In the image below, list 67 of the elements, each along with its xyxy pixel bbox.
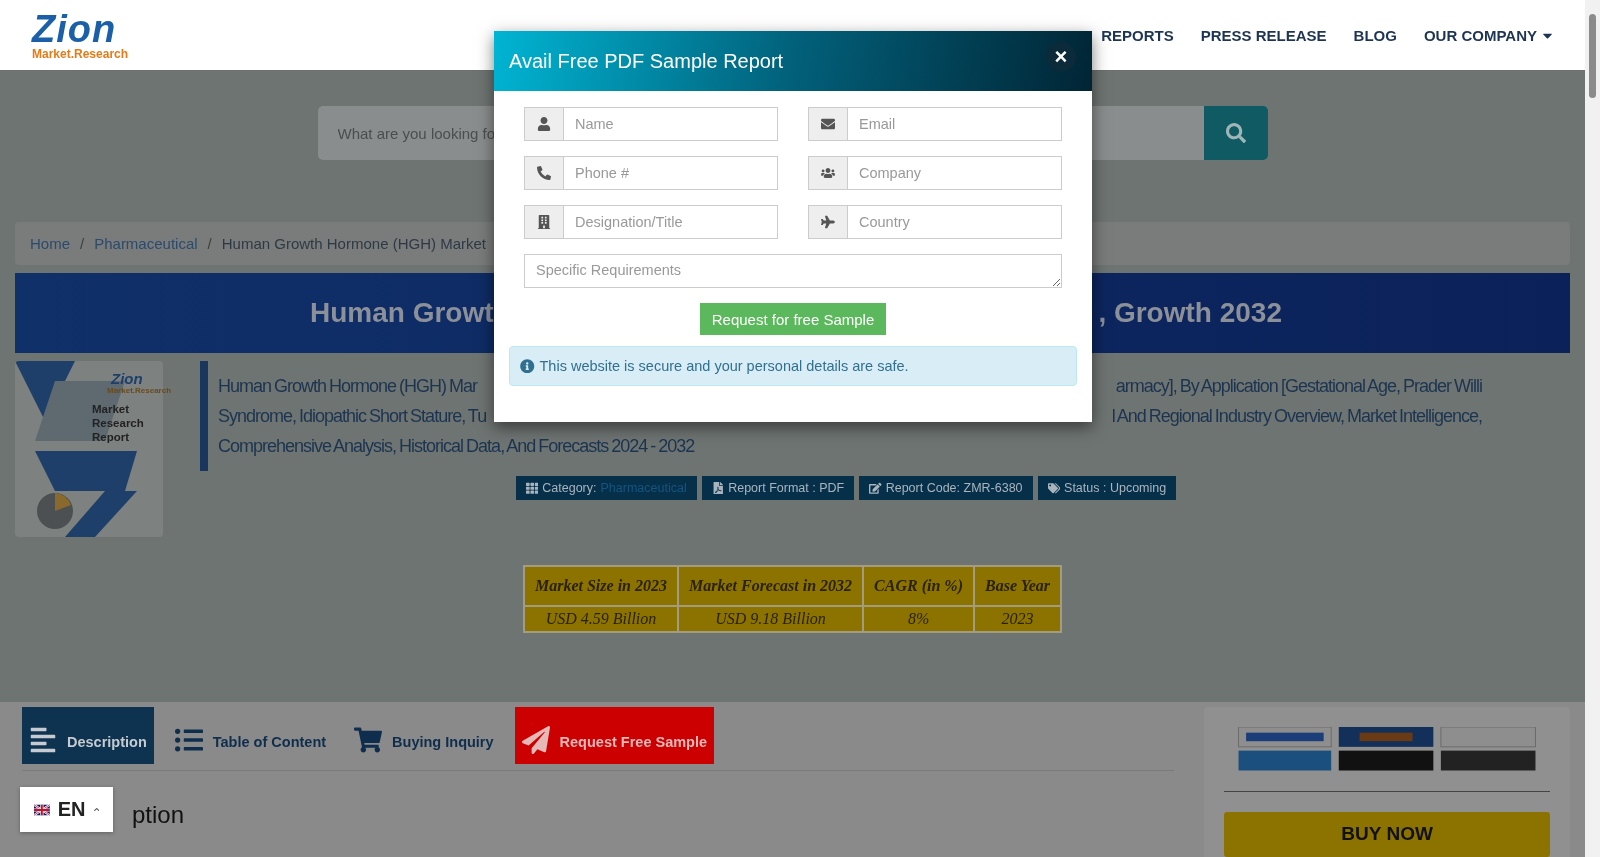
language-selector[interactable]: EN (20, 787, 113, 832)
breadcrumb-separator: / (80, 235, 85, 252)
badge-label: Category: (542, 481, 597, 495)
input-field[interactable]: Email (847, 107, 1062, 141)
input-field[interactable]: Company (847, 156, 1062, 190)
logo-name[interactable]: Zion (32, 10, 129, 48)
logo-tagline: Market.Research (32, 48, 129, 60)
table-cell: 8% (863, 606, 974, 632)
notice-text: This website is secure and your personal details are safe. (539, 358, 909, 374)
search-icon (1225, 123, 1246, 143)
cart-icon (354, 726, 383, 754)
input-field[interactable]: Designation/Title (563, 205, 778, 239)
table-cell: 2023 (974, 606, 1062, 632)
table-header-cell: Market Size in 2023 (523, 566, 678, 606)
scrollbar[interactable] (1585, 0, 1600, 857)
tab[interactable]: Table of Content (167, 707, 334, 764)
pdf-file-icon (711, 481, 725, 495)
language-code: EN (57, 798, 86, 821)
section-heading: ption (132, 801, 186, 829)
breadcrumb-separator: / (207, 235, 212, 252)
table-header-cell: CAGR (in %) (863, 566, 974, 606)
badge-label: Report Format : PDF (728, 481, 845, 495)
thumbnail-caption: Market Research Report (92, 403, 145, 445)
description-text: Human Growth Hormone (HGH) Mar (218, 375, 478, 397)
nav-link[interactable]: REPORTS (1101, 26, 1174, 44)
airplane-icon (821, 215, 835, 229)
building-icon (537, 215, 551, 229)
grid-icon (525, 481, 539, 495)
close-button[interactable]: × (1046, 42, 1076, 72)
info-icon (520, 358, 535, 374)
input-field[interactable]: Name (563, 107, 778, 141)
nav-link[interactable]: PRESS RELEASE (1200, 26, 1327, 44)
table-cell: USD 4.59 Billion (523, 606, 678, 632)
report-title: Human Growt (310, 297, 494, 329)
report-title: , Growth 2032 (1098, 297, 1282, 329)
envelope-icon (821, 117, 835, 131)
lines-icon (29, 726, 57, 754)
tab[interactable]: Buying Inquiry (347, 707, 501, 764)
breadcrumb-current: Human Growth Hormone (HGH) Market (221, 235, 486, 252)
description-text: Comprehensive Analysis, Historical Data, And Forecasts 2024 - 2032 (218, 435, 695, 457)
tags-icon (1047, 481, 1061, 495)
nav-link[interactable]: BLOG (1353, 26, 1397, 44)
thumbnail-tagline: Market.Research (107, 387, 172, 395)
table-cell: USD 9.18 Billion (677, 606, 864, 632)
description-text: l And Regional Industry Overview, Market Intelligence, (1111, 405, 1482, 427)
table-header-cell: Market Forecast in 2032 (677, 566, 864, 606)
list-icon (174, 726, 203, 754)
edit-icon (869, 481, 882, 495)
requirements-field[interactable]: Specific Requirements (524, 254, 1062, 288)
badge-label: Status : Upcoming (1064, 481, 1167, 495)
description-text: Syndrome, Idiopathic Short Stature, Tu (218, 405, 487, 427)
input-field[interactable]: Phone # (563, 156, 778, 190)
request-sample-button[interactable]: Request Free Sample (514, 707, 715, 764)
paper-plane-icon (521, 726, 550, 754)
buy-now-button[interactable]: BUY NOW (1224, 811, 1550, 857)
people-icon (821, 166, 835, 180)
nav-link[interactable]: OUR COMPANY (1423, 26, 1555, 44)
description-text: armacy], By Application [Gestational Age, Prader Willi (1115, 375, 1482, 397)
badge-label: Report Code: ZMR-6380 (885, 481, 1023, 495)
search-button[interactable] (1203, 106, 1268, 160)
input-field[interactable]: Country (847, 205, 1062, 239)
dialog-title: Avail Free PDF Sample Report (509, 49, 784, 73)
thumbnail-logo: Zion (111, 371, 143, 386)
person-icon (537, 117, 551, 131)
table-header-cell: Base Year (974, 566, 1062, 606)
tab[interactable]: Description (22, 707, 154, 764)
phone-icon (537, 166, 551, 180)
